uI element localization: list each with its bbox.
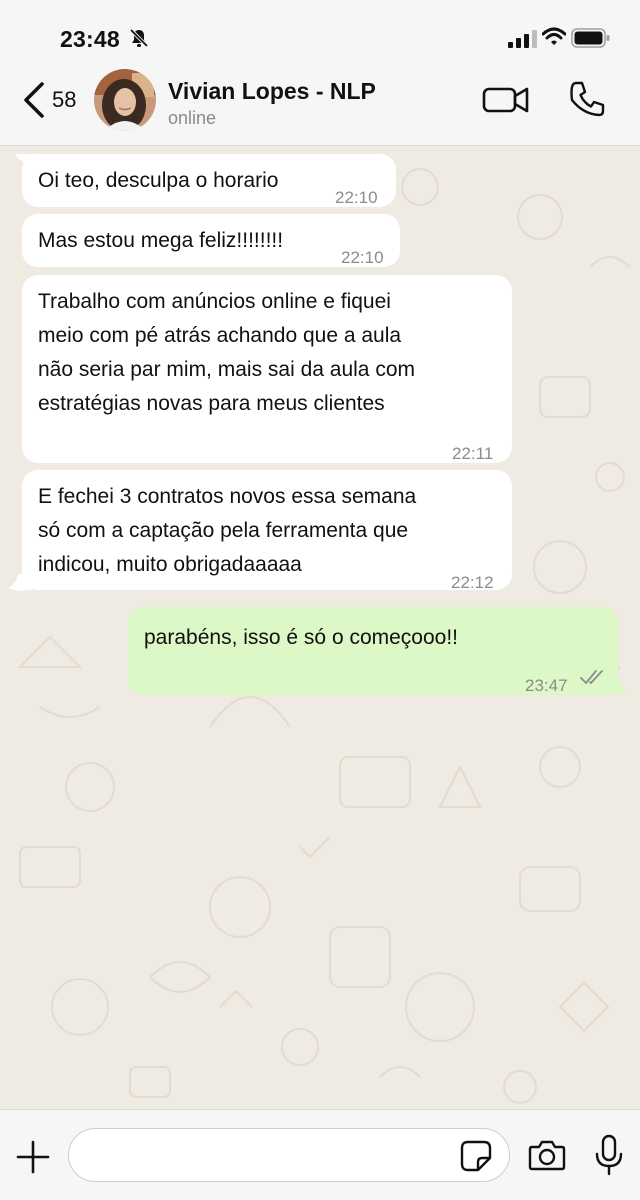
message-time: 23:47 bbox=[525, 676, 568, 695]
bubble-tail bbox=[8, 574, 32, 591]
contact-status: online bbox=[168, 108, 217, 128]
message-text: Oi teo, desculpa o horario bbox=[38, 169, 279, 192]
outgoing-message[interactable]: parabéns, isso é só o começooo!! 23:47 bbox=[128, 607, 628, 695]
chevron-left-icon bbox=[24, 82, 44, 118]
message-text: parabéns, isso é só o começooo!! bbox=[144, 626, 459, 649]
incoming-message[interactable]: Trabalho com anúncios online e fiquei me… bbox=[22, 275, 512, 463]
message-time: 22:11 bbox=[452, 444, 494, 463]
bubble-tail bbox=[16, 154, 34, 172]
avatar-photo bbox=[94, 69, 156, 131]
message-time: 22:10 bbox=[341, 248, 384, 267]
message-text: Mas estou mega feliz!!!!!!!! bbox=[38, 229, 284, 252]
incoming-message[interactable]: E fechei 3 contratos novos essa semana s… bbox=[8, 470, 512, 592]
wifi-icon bbox=[542, 27, 566, 45]
bell-slash-icon bbox=[129, 28, 149, 48]
chat-header: 58 Vivian Lopes - NLP online bbox=[0, 66, 640, 146]
signal-icon bbox=[508, 30, 537, 48]
double-check-icon bbox=[580, 670, 603, 684]
plus-icon[interactable] bbox=[16, 1140, 50, 1174]
status-time: 23:48 bbox=[60, 26, 120, 52]
sticker-icon[interactable] bbox=[460, 1140, 492, 1172]
avatar[interactable] bbox=[94, 69, 156, 131]
back-button[interactable]: 58 bbox=[20, 78, 90, 122]
camera-icon[interactable] bbox=[528, 1138, 566, 1172]
message-time: 22:10 bbox=[335, 188, 378, 207]
incoming-message[interactable]: Oi teo, desculpa o horario 22:10 bbox=[16, 154, 396, 207]
phone-icon[interactable] bbox=[568, 80, 606, 118]
microphone-icon[interactable] bbox=[594, 1134, 624, 1176]
composer-bar bbox=[0, 1109, 640, 1200]
message-time: 22:12 bbox=[451, 573, 494, 592]
unread-count: 58 bbox=[52, 87, 77, 112]
status-bar: 23:48 bbox=[0, 0, 640, 66]
message-text: E fechei 3 contratos novos essa semana s… bbox=[38, 485, 417, 576]
battery-icon bbox=[571, 28, 610, 48]
message-input[interactable] bbox=[68, 1128, 510, 1182]
incoming-message[interactable]: Mas estou mega feliz!!!!!!!! 22:10 bbox=[22, 214, 400, 267]
contact-name[interactable]: Vivian Lopes - NLP bbox=[168, 78, 376, 105]
chat-area[interactable]: Oi teo, desculpa o horario 22:10 Mas est… bbox=[0, 147, 640, 1109]
bubble-tail bbox=[604, 677, 628, 694]
message-text: Trabalho com anúncios online e fiquei me… bbox=[38, 290, 415, 415]
video-camera-icon[interactable] bbox=[482, 84, 530, 116]
